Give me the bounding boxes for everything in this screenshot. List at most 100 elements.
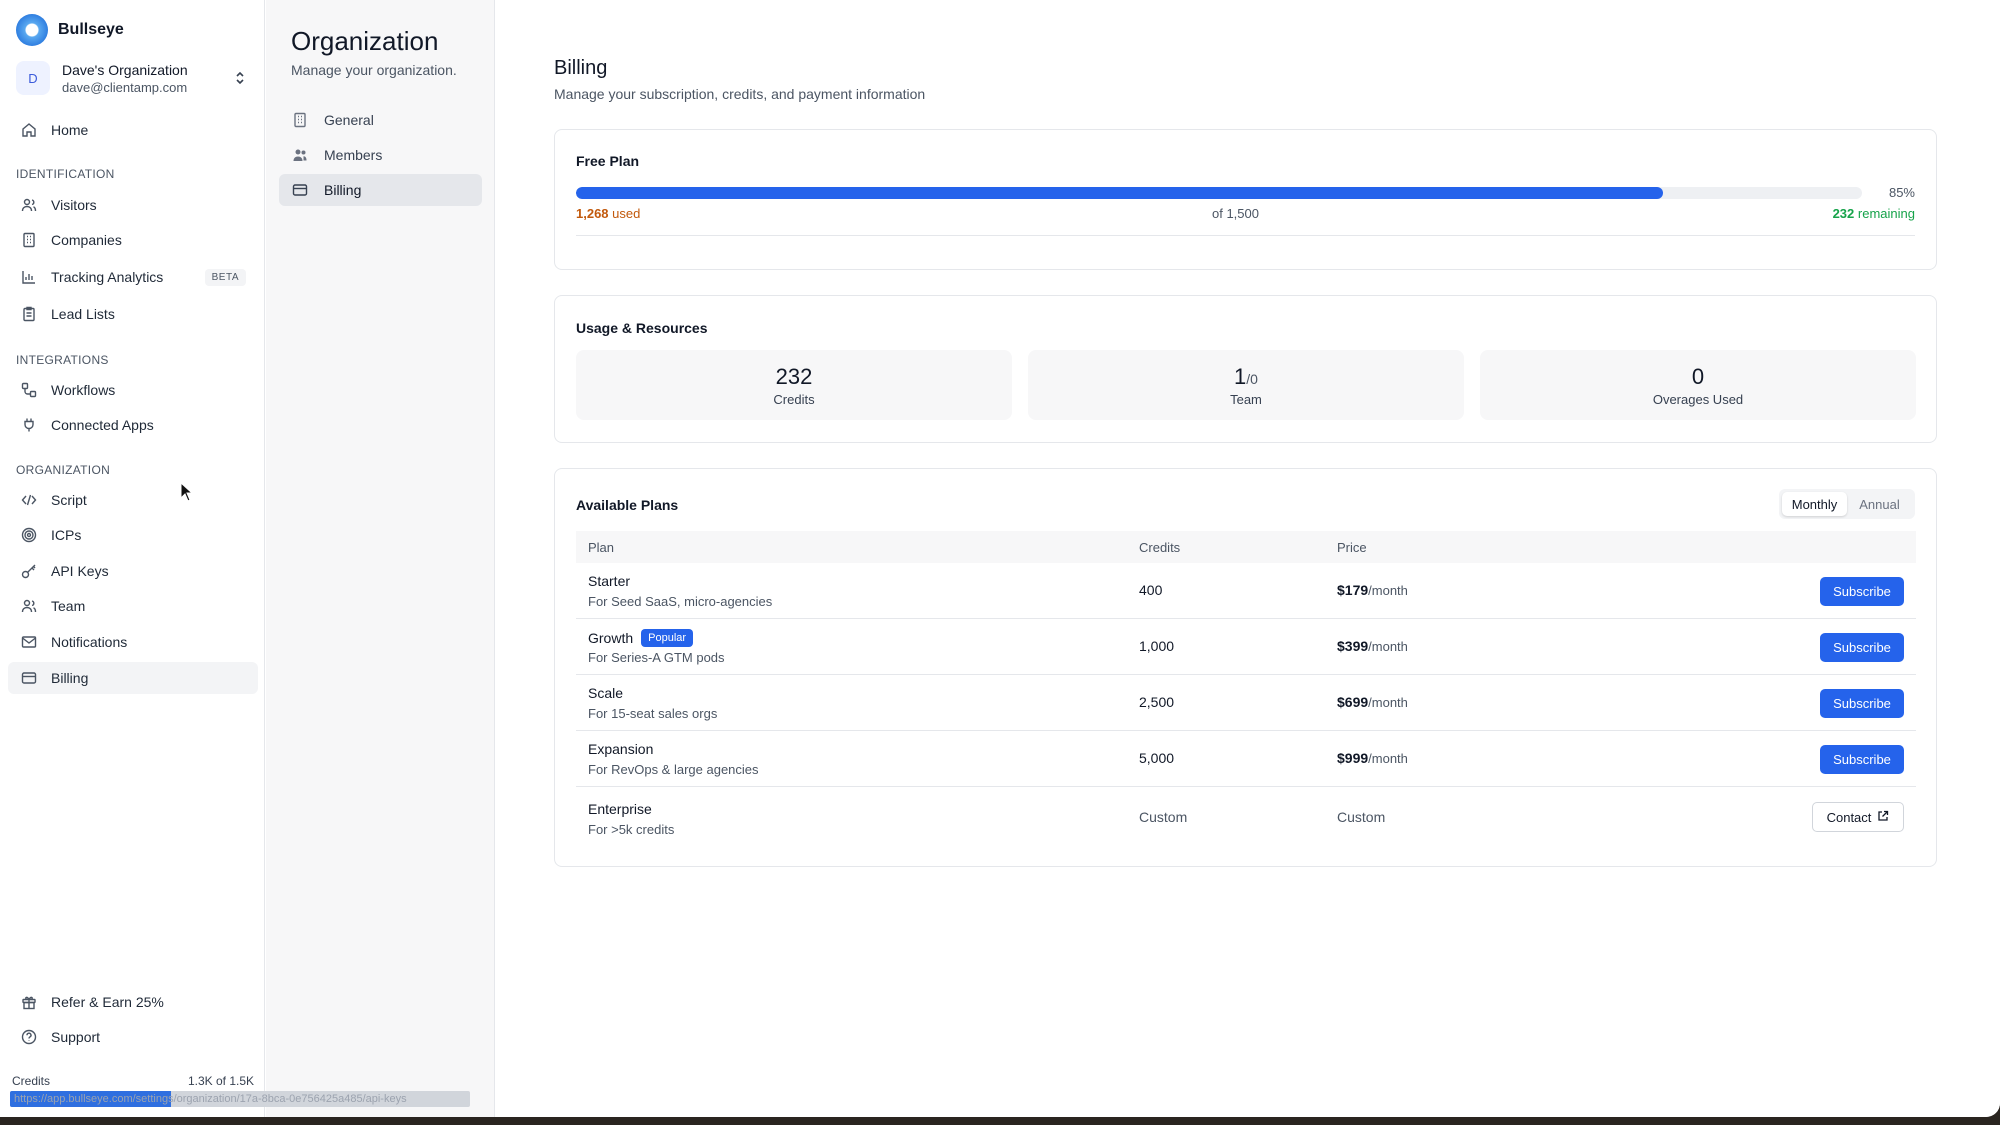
- brand-name: Bullseye: [58, 21, 124, 38]
- building-icon: [21, 232, 37, 248]
- usage-percent: 85%: [1888, 185, 1915, 200]
- popular-badge: Popular: [641, 629, 694, 647]
- plan-row-name: Starter: [588, 573, 631, 589]
- subscribe-button[interactable]: Subscribe: [1820, 745, 1904, 774]
- plan-row-name: Growth: [588, 630, 634, 646]
- sidebar-item-label: Connected Apps: [51, 417, 154, 433]
- plan-row-price: $399/month: [1337, 638, 1408, 654]
- table-row: Enterprise For >5k credits Custom Custom…: [576, 787, 1916, 849]
- table-row: Scale For 15-seat sales orgs 2,500 $699/…: [576, 675, 1916, 731]
- sidebar-item-label: Companies: [51, 232, 122, 248]
- price-period: /month: [1368, 695, 1408, 710]
- plug-icon: [21, 417, 37, 433]
- plan-row-price: $699/month: [1337, 694, 1408, 710]
- credits-label: Credits: [12, 1074, 51, 1088]
- price-period: /month: [1368, 751, 1408, 766]
- building-icon: [292, 112, 308, 128]
- plan-row-desc: For Seed SaaS, micro-agencies: [588, 594, 773, 609]
- plan-row-credits: 1,000: [1139, 638, 1175, 654]
- sidebar-item-label: Team: [51, 598, 86, 614]
- plan-row-name: Enterprise: [588, 801, 652, 817]
- section-identification: IDENTIFICATION: [16, 167, 115, 181]
- bullseye-logo-icon: [16, 14, 48, 46]
- sidebar-item-home[interactable]: Home: [8, 114, 258, 146]
- sidebar-item-label: Visitors: [51, 197, 97, 213]
- sidebar-item-tracking-analytics[interactable]: Tracking Analytics BETA: [8, 261, 258, 293]
- used-number: 1,268: [576, 206, 609, 221]
- contact-button[interactable]: Contact: [1812, 802, 1904, 832]
- key-icon: [21, 563, 37, 579]
- stat-overages-label: Overages Used: [1652, 392, 1744, 407]
- stat-credits: 232 Credits: [576, 350, 1012, 420]
- header-plan: Plan: [588, 540, 615, 555]
- status-url: https://app.bullseye.com/settings/organi…: [14, 1093, 407, 1105]
- plans-card: Available Plans Monthly Annual Plan Cred…: [554, 468, 1937, 867]
- plan-row-name: Scale: [588, 685, 624, 701]
- sidebar-item-support[interactable]: Support: [8, 1021, 258, 1053]
- org-nav-general[interactable]: General: [279, 104, 482, 136]
- mouse-cursor-icon: [180, 481, 194, 507]
- sidebar-item-icps[interactable]: ICPs: [8, 519, 258, 551]
- org-avatar: D: [16, 61, 50, 95]
- usage-title: Usage & Resources: [576, 320, 708, 336]
- org-switcher[interactable]: D Dave's Organization dave@clientamp.com: [16, 56, 246, 100]
- sidebar-item-label: Support: [51, 1029, 101, 1045]
- credits-footer: Credits 1.3K of 1.5K: [12, 1074, 254, 1088]
- sidebar-item-billing[interactable]: Billing: [8, 662, 258, 694]
- sidebar-item-notifications[interactable]: Notifications: [8, 626, 258, 658]
- sidebar-item-refer[interactable]: Refer & Earn 25%: [8, 986, 258, 1018]
- stat-team-suffix: /0: [1246, 371, 1258, 387]
- clipboard-list-icon: [21, 306, 37, 322]
- plan-row-price: Custom: [1337, 809, 1386, 825]
- remaining-number: 232: [1832, 206, 1855, 221]
- credit-card-icon: [292, 182, 308, 198]
- sidebar-item-workflows[interactable]: Workflows: [8, 374, 258, 406]
- org-email: dave@clientamp.com: [62, 79, 188, 95]
- sidebar-item-team[interactable]: Team: [8, 590, 258, 622]
- header-credits: Credits: [1139, 540, 1181, 555]
- workflow-icon: [21, 382, 37, 398]
- page-subtitle: Manage your subscription, credits, and p…: [554, 86, 926, 102]
- sidebar-item-connected-apps[interactable]: Connected Apps: [8, 409, 258, 441]
- stat-team-number: 1: [1234, 364, 1247, 389]
- sidebar-item-label: Tracking Analytics: [51, 269, 164, 285]
- stat-credits-label: Credits: [773, 392, 815, 407]
- sidebar-item-visitors[interactable]: Visitors: [8, 189, 258, 221]
- toggle-annual[interactable]: Annual: [1847, 492, 1912, 516]
- team-icon: [21, 598, 37, 614]
- header-price: Price: [1337, 540, 1367, 555]
- sidebar-item-api-keys[interactable]: API Keys: [8, 555, 258, 587]
- plan-row-desc: For RevOps & large agencies: [588, 762, 759, 777]
- sidebar-item-lead-lists[interactable]: Lead Lists: [8, 298, 258, 330]
- stat-overages-value: 0: [1691, 364, 1705, 389]
- price-amount: $999: [1337, 750, 1369, 766]
- price-amount: $179: [1337, 582, 1369, 598]
- plan-row-credits: 400: [1139, 582, 1163, 598]
- subscribe-button[interactable]: Subscribe: [1820, 577, 1904, 606]
- sidebar-item-script[interactable]: Script: [8, 484, 258, 516]
- org-nav-label: Members: [324, 147, 383, 163]
- subscribe-button[interactable]: Subscribe: [1820, 689, 1904, 718]
- plan-card: Free Plan 85% 1,268 used of 1,500 232 re…: [554, 129, 1937, 270]
- plan-row-desc: For Series-A GTM pods: [588, 650, 725, 665]
- page-title: Billing: [554, 57, 608, 79]
- plans-table-header: Plan Credits Price: [576, 531, 1916, 563]
- used-word: used: [612, 206, 641, 221]
- contact-label: Contact: [1826, 809, 1872, 825]
- plan-row-price: $179/month: [1337, 582, 1408, 598]
- sidebar-item-companies[interactable]: Companies: [8, 224, 258, 256]
- price-amount: $399: [1337, 638, 1369, 654]
- table-row: Starter For Seed SaaS, micro-agencies 40…: [576, 563, 1916, 619]
- org-nav-billing[interactable]: Billing: [279, 174, 482, 206]
- subscribe-button[interactable]: Subscribe: [1820, 633, 1904, 662]
- plan-divider: [576, 235, 1915, 236]
- org-nav-members[interactable]: Members: [279, 139, 482, 171]
- plan-row-name-wrap: Growth Popular: [588, 629, 694, 647]
- plan-row-credits: 2,500: [1139, 694, 1175, 710]
- toggle-monthly[interactable]: Monthly: [1782, 492, 1847, 516]
- bar-chart-icon: [21, 269, 37, 285]
- credit-card-icon: [21, 670, 37, 686]
- brand[interactable]: Bullseye: [16, 14, 124, 46]
- org-pane-title: Organization: [291, 26, 439, 56]
- stat-team-label: Team: [1230, 392, 1262, 407]
